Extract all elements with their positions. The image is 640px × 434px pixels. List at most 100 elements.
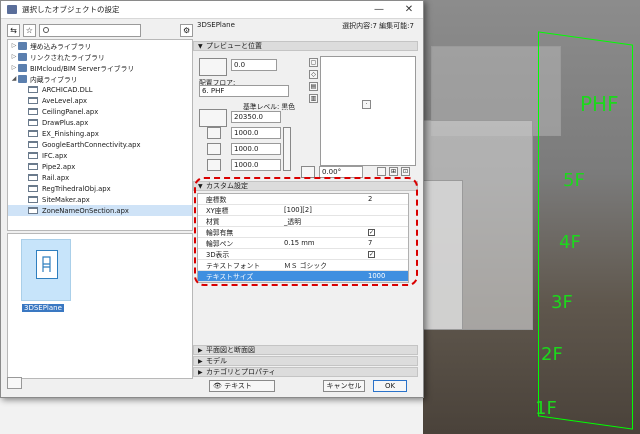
- library-tree-item[interactable]: IFC.apx: [8, 150, 192, 161]
- folder-view-toggle[interactable]: ⇆: [7, 23, 20, 37]
- level-label-4f: 4F: [559, 232, 581, 253]
- library-toolbar: ⇆ ☆ ⚙: [7, 23, 193, 37]
- search-icon: [42, 27, 49, 33]
- library-tree-item[interactable]: SiteMaker.apx: [8, 194, 192, 205]
- ok-button[interactable]: OK: [373, 380, 407, 392]
- depth-icon: [207, 143, 221, 155]
- level-label-1f: 1F: [535, 398, 557, 419]
- reset-icon[interactable]: ⊡: [401, 167, 410, 176]
- depth-field[interactable]: 1000.0: [231, 143, 281, 155]
- view-plan-icon[interactable]: ▢: [309, 58, 318, 67]
- library-tree-item[interactable]: ARCHICAD.DLL: [8, 84, 192, 95]
- library-manager-button[interactable]: [7, 377, 22, 389]
- close-button[interactable]: ✕: [401, 3, 417, 16]
- collapse-arrow-icon: ▶: [198, 357, 203, 365]
- offset-field[interactable]: 0.0: [231, 59, 277, 71]
- library-tree-item-label: AveLevel.apx: [42, 96, 88, 105]
- offset-icon: [199, 58, 227, 76]
- eye-icon: 👁: [213, 382, 222, 390]
- preview-canvas[interactable]: ·: [320, 56, 416, 166]
- width-field[interactable]: 1000.0: [231, 127, 281, 139]
- library-tree-item-label: 内蔵ライブラリ: [30, 75, 78, 84]
- object-header: 3DSEPlane 選択内容:7 編集可能:7: [193, 21, 418, 33]
- dialog-title: 選択したオブジェクトの設定: [22, 5, 120, 14]
- library-tree-item[interactable]: Rail.apx: [8, 172, 192, 183]
- level-label-3f: 3F: [551, 292, 573, 313]
- object-thumbnail[interactable]: [21, 239, 71, 301]
- folder-icon: [28, 86, 38, 93]
- library-tree-item-label: GoogleEarthConnectivity.apx: [42, 140, 141, 149]
- collapse-arrow-icon: ▶: [198, 368, 203, 376]
- mirror-checkbox[interactable]: [377, 167, 386, 176]
- height-field[interactable]: 1000.0: [231, 159, 281, 171]
- elevation-field[interactable]: 20350.0: [231, 111, 281, 123]
- collapsed-arrow-icon[interactable]: ▷: [10, 64, 18, 71]
- folder-icon: [28, 185, 38, 192]
- view-section-icon[interactable]: ▤: [309, 82, 318, 91]
- reference-level-label: 基準レベル: 黒色: [243, 103, 296, 111]
- section-model[interactable]: ▶ モデル: [193, 356, 418, 366]
- dialog-titlebar: 選択したオブジェクトの設定 — ✕: [1, 1, 423, 19]
- highlight-annotation: [194, 177, 418, 286]
- library-tree: ▷ 埋め込みライブラリ ▷ リンクされたライブラリ ▷ BIMcloud/BIM Serv…: [7, 39, 193, 231]
- elevation-icon: [199, 109, 227, 127]
- library-tree-item[interactable]: DrawPlus.apx: [8, 117, 192, 128]
- library-tree-item-label: CeilingPanel.apx: [42, 107, 99, 116]
- underlying-window-strip: [0, 398, 423, 434]
- favorites-star-icon[interactable]: ☆: [22, 23, 36, 37]
- folder-icon: [28, 196, 38, 203]
- cancel-button[interactable]: キャンセル: [323, 380, 365, 392]
- folder-icon: [28, 119, 38, 126]
- library-tree-item[interactable]: RegTrihedralObj.apx: [8, 183, 192, 194]
- library-icon: [18, 52, 27, 61]
- view-elevation-icon[interactable]: ▥: [309, 94, 318, 103]
- thumbnail-label: 3DSEPlane: [22, 304, 64, 312]
- layer-select[interactable]: 👁 テキスト: [209, 380, 275, 392]
- library-tree-item-label: 埋め込みライブラリ: [30, 42, 92, 51]
- library-tree-item[interactable]: ZoneNameOnSection.apx: [8, 205, 192, 216]
- home-floor-select[interactable]: 6. PHF: [199, 85, 289, 97]
- collapse-arrow-icon: ▶: [198, 346, 203, 354]
- mirror-icon[interactable]: ⊞: [389, 167, 398, 176]
- library-tree-item[interactable]: GoogleEarthConnectivity.apx: [8, 139, 192, 150]
- app-icon: [7, 5, 17, 14]
- folder-icon: [28, 130, 38, 137]
- library-tree-item[interactable]: EX_Finishing.apx: [8, 128, 192, 139]
- library-tree-item-label: RegTrihedralObj.apx: [42, 184, 111, 193]
- library-tree-item[interactable]: ▷ 埋め込みライブラリ: [8, 40, 192, 51]
- library-tree-item[interactable]: ▷ BIMcloud/BIM Serverライブラリ: [8, 62, 192, 73]
- library-tree-item-label: Rail.apx: [42, 173, 70, 182]
- folder-icon: [28, 174, 38, 181]
- minimize-button[interactable]: —: [371, 3, 387, 16]
- library-tree-item[interactable]: ▷ リンクされたライブラリ: [8, 51, 192, 62]
- lock-proportion-icon[interactable]: [283, 127, 291, 171]
- object-name: 3DSEPlane: [197, 21, 235, 29]
- library-tree-item-label: ARCHICAD.DLL: [42, 85, 93, 94]
- library-tree-item[interactable]: ◢ 内蔵ライブラリ: [8, 73, 192, 84]
- library-tree-item[interactable]: Pipe2.apx: [8, 161, 192, 172]
- object-thumbnail-panel: 3DSEPlane: [7, 233, 193, 379]
- folder-icon: [28, 207, 38, 214]
- library-pane: ⇆ ☆ ⚙ ▷ 埋め込みライブラリ ▷ リンクされたライブラリ ▷ BIMcloud/BI…: [7, 23, 193, 395]
- section-category-properties[interactable]: ▶ カテゴリとプロパティ: [193, 367, 418, 377]
- folder-icon: [28, 108, 38, 115]
- section-plan-and-section[interactable]: ▶ 平面図と断面図: [193, 345, 418, 355]
- folder-icon: [28, 163, 38, 170]
- library-tree-item[interactable]: CeilingPanel.apx: [8, 106, 192, 117]
- search-input[interactable]: [38, 23, 142, 37]
- collapsed-arrow-icon[interactable]: ▷: [10, 42, 18, 49]
- view-3d-icon[interactable]: ◇: [309, 70, 318, 79]
- library-icon: [18, 74, 27, 83]
- library-icon: [18, 63, 27, 72]
- preview-hotspot-icon: ·: [362, 100, 371, 109]
- level-label-phf: PHF: [580, 92, 619, 116]
- library-tree-item-label: BIMcloud/BIM Serverライブラリ: [30, 64, 135, 73]
- expanded-arrow-icon[interactable]: ◢: [10, 75, 18, 82]
- library-tree-item[interactable]: AveLevel.apx: [8, 95, 192, 106]
- collapsed-arrow-icon[interactable]: ▷: [10, 53, 18, 60]
- section-preview-position[interactable]: ▼ プレビューと位置: [193, 41, 418, 51]
- settings-gear-icon[interactable]: ⚙: [180, 23, 193, 37]
- 3d-view-background: PHF 5F 4F 3F 2F 1F: [423, 0, 640, 434]
- folder-icon: [28, 141, 38, 148]
- folder-icon: [28, 152, 38, 159]
